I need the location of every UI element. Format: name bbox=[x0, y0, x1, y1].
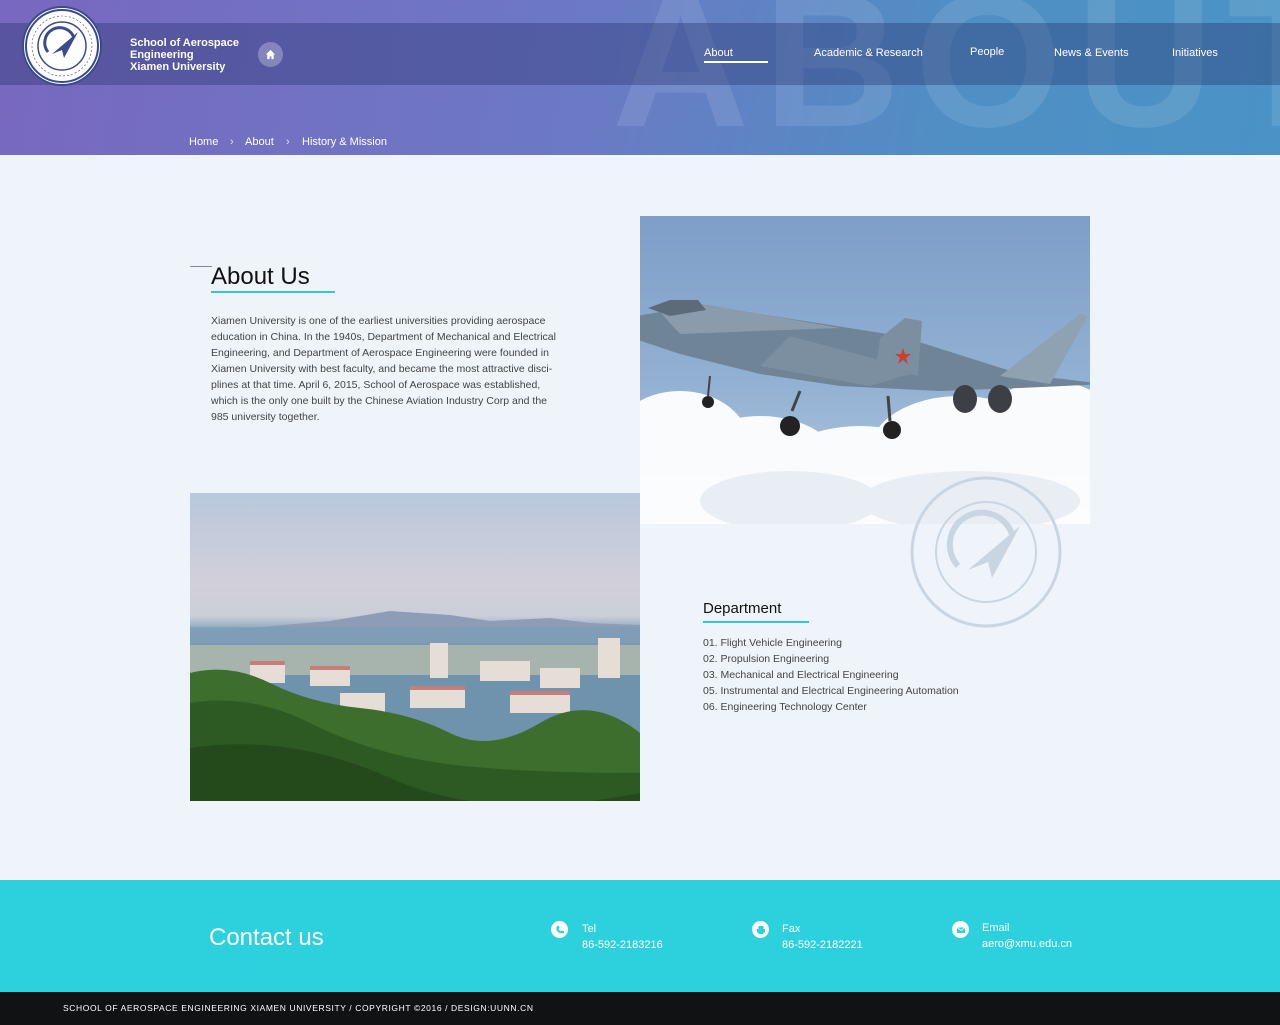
school-name-line2: Engineering bbox=[130, 49, 194, 61]
home-icon bbox=[265, 49, 276, 60]
nav-active-underline bbox=[704, 61, 768, 63]
department-list: 01. Flight Vehicle Engineering 02. Propu… bbox=[703, 635, 959, 715]
fax-label: Fax bbox=[782, 923, 801, 935]
about-line: Xiamen University is one of the earliest… bbox=[211, 315, 546, 327]
tel-label: Tel bbox=[582, 923, 597, 935]
department-item[interactable]: 01. Flight Vehicle Engineering bbox=[703, 635, 959, 651]
about-title: About Us bbox=[211, 263, 310, 290]
school-seal-icon bbox=[25, 9, 99, 83]
email-icon bbox=[952, 921, 969, 938]
breadcrumb-current: History & Mission bbox=[302, 136, 387, 148]
nav-item-about[interactable]: About bbox=[704, 47, 733, 59]
department-title-underline bbox=[703, 621, 809, 623]
footer-copyright: SCHOOL OF AEROSPACE ENGINEERING XIAMEN U… bbox=[63, 1003, 534, 1013]
about-line: plines at that time. April 6, 2015, Scho… bbox=[211, 379, 541, 391]
school-name[interactable]: School of Aerospace Engineering Xiamen U… bbox=[130, 37, 250, 73]
nav-item-academic-research[interactable]: Academic & Research bbox=[814, 47, 923, 59]
nav-item-people[interactable]: People bbox=[970, 46, 1004, 58]
nav-item-initiatives[interactable]: Initiatives bbox=[1172, 47, 1218, 59]
department-title: Department bbox=[703, 600, 782, 617]
about-line: education in China. In the 1940s, Depart… bbox=[211, 331, 556, 343]
about-title-underline bbox=[211, 291, 335, 293]
tel-value[interactable]: 86-592-2183216 bbox=[582, 939, 663, 951]
phone-icon bbox=[551, 921, 568, 938]
breadcrumb-home[interactable]: Home bbox=[189, 136, 218, 148]
breadcrumb-about[interactable]: About bbox=[245, 136, 274, 148]
breadcrumb-chevron-icon: › bbox=[230, 136, 234, 148]
department-item[interactable]: 06. Engineering Technology Center bbox=[703, 699, 959, 715]
about-paragraph: Xiamen University is one of the earliest… bbox=[211, 313, 581, 425]
about-title-rule bbox=[190, 266, 212, 267]
department-item[interactable]: 03. Mechanical and Electrical Engineerin… bbox=[703, 667, 959, 683]
home-button[interactable] bbox=[258, 42, 283, 67]
header-banner: ABOUT School of Aerospace Engineering Xi… bbox=[0, 0, 1280, 155]
school-name-line3: Xiamen University bbox=[130, 61, 226, 73]
seal-watermark bbox=[908, 474, 1064, 630]
department-item[interactable]: 02. Propulsion Engineering bbox=[703, 651, 959, 667]
about-line: Engineering, and Department of Aerospace… bbox=[211, 347, 549, 359]
email-value[interactable]: aero@xmu.edu.cn bbox=[982, 938, 1072, 950]
campus-photo bbox=[190, 493, 640, 801]
contact-title: Contact us bbox=[209, 924, 324, 951]
campus-landscape-illustration bbox=[190, 611, 640, 801]
nav-item-news-events[interactable]: News & Events bbox=[1054, 47, 1129, 59]
contact-section bbox=[0, 880, 1280, 992]
department-item[interactable]: 05. Instrumental and Electrical Engineer… bbox=[703, 683, 959, 699]
about-line: which is the only one built by the Chine… bbox=[211, 395, 548, 407]
breadcrumb-chevron-icon: › bbox=[286, 136, 290, 148]
seal-watermark-icon bbox=[910, 476, 1062, 628]
about-line: Xiamen University with best faculty, and… bbox=[211, 363, 553, 375]
school-name-line1: School of Aerospace bbox=[130, 37, 240, 49]
fax-value[interactable]: 86-592-2182221 bbox=[782, 939, 863, 951]
about-line: 985 university together. bbox=[211, 411, 320, 423]
email-label: Email bbox=[982, 922, 1010, 934]
fax-icon bbox=[752, 921, 769, 938]
school-logo[interactable] bbox=[22, 6, 102, 86]
